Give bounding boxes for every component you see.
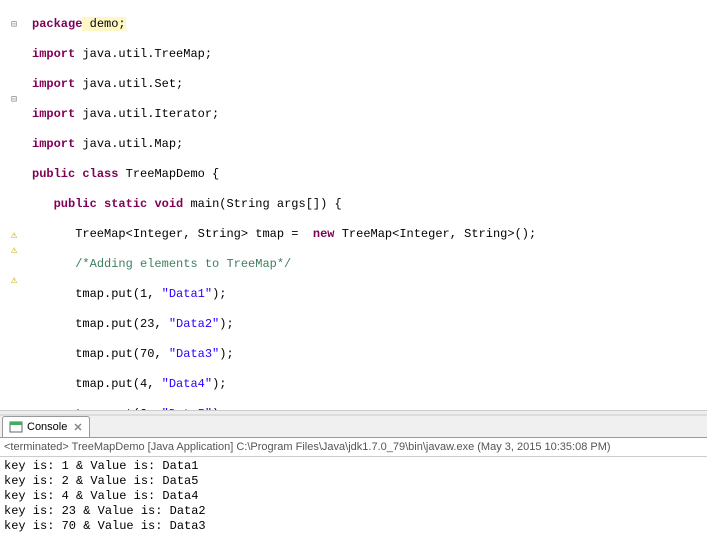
type: String (198, 227, 241, 241)
string: "Data1" (162, 287, 212, 301)
console-tab-bar: Console ✕ (0, 416, 707, 438)
import-path: java.util.TreeMap (82, 47, 204, 61)
output-line: key is: 23 & Value is: Data2 (4, 504, 703, 519)
string: "Data3" (169, 347, 219, 361)
output-line: key is: 2 & Value is: Data5 (4, 474, 703, 489)
arg: 2 (140, 407, 147, 410)
output-line: key is: 4 & Value is: Data4 (4, 489, 703, 504)
arg: 4 (140, 377, 147, 391)
collapse-icon[interactable]: ⊟ (0, 17, 28, 32)
import-path: java.util.Set (82, 77, 176, 91)
console-tab-label: Console (27, 421, 67, 433)
import-path: java.util.Iterator (82, 107, 212, 121)
warning-icon[interactable]: ⚠ (0, 242, 28, 257)
keyword: void (154, 197, 183, 211)
var: tmap (255, 227, 284, 241)
keyword: static (104, 197, 147, 211)
keyword: public (32, 167, 75, 181)
console-status: <terminated> TreeMapDemo [Java Applicati… (0, 438, 707, 457)
keyword: import (32, 137, 75, 151)
keyword: class (82, 167, 118, 181)
type: Integer (399, 227, 449, 241)
collapse-icon[interactable]: ⊟ (0, 92, 28, 107)
type: String (464, 227, 507, 241)
editor-gutter: ⊟ ⊟ ⚠ ⚠ ⚠ (0, 0, 28, 410)
tab-console[interactable]: Console ✕ (2, 416, 90, 437)
code-editor[interactable]: ⊟ ⊟ ⚠ ⚠ ⚠ package demo; import java.util… (0, 0, 707, 410)
keyword: import (32, 77, 75, 91)
warning-icon[interactable]: ⚠ (0, 272, 28, 287)
console-icon (9, 420, 23, 434)
string: "Data5" (162, 407, 212, 410)
code-text[interactable]: package demo; import java.util.TreeMap; … (28, 0, 707, 410)
keyword: import (32, 47, 75, 61)
arg: 23 (140, 317, 154, 331)
arg: 70 (140, 347, 154, 361)
keyword: new (313, 227, 335, 241)
keyword: package (32, 17, 82, 31)
warning-icon[interactable]: ⚠ (0, 227, 28, 242)
package-name: demo; (82, 17, 125, 31)
string: "Data2" (169, 317, 219, 331)
method-sig: main(String args[]) (190, 197, 327, 211)
class-name: TreeMapDemo (126, 167, 205, 181)
arg: 1 (140, 287, 147, 301)
type: Integer (133, 227, 183, 241)
comment: /*Adding elements to TreeMap*/ (75, 257, 291, 271)
keyword: public (54, 197, 97, 211)
import-path: java.util.Map (82, 137, 176, 151)
output-line: key is: 70 & Value is: Data3 (4, 519, 703, 534)
string: "Data4" (162, 377, 212, 391)
keyword: import (32, 107, 75, 121)
close-icon[interactable]: ✕ (73, 421, 82, 434)
console-output[interactable]: key is: 1 & Value is: Data1 key is: 2 & … (0, 457, 707, 536)
output-line: key is: 1 & Value is: Data1 (4, 459, 703, 474)
